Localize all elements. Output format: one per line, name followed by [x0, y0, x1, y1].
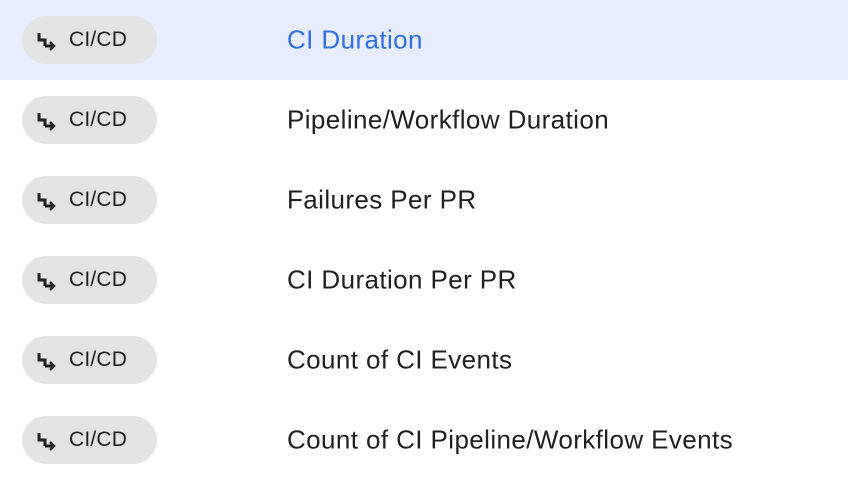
ci-cd-step-icon	[35, 29, 57, 51]
metric-title: Count of CI Events	[287, 344, 513, 375]
ci-cd-step-icon	[35, 189, 57, 211]
metric-row-ci-duration[interactable]: CI/CD CI Duration	[0, 0, 848, 80]
metrics-list: CI/CD CI Duration CI/CD Pipeline/Workflo…	[0, 0, 848, 476]
metric-row-failures-per-pr[interactable]: CI/CD Failures Per PR	[0, 160, 848, 240]
metric-row-pipeline-workflow-duration[interactable]: CI/CD Pipeline/Workflow Duration	[0, 80, 848, 160]
category-chip: CI/CD	[22, 96, 157, 144]
metric-row-count-of-ci-events[interactable]: CI/CD Count of CI Events	[0, 320, 848, 400]
metric-title: Count of CI Pipeline/Workflow Events	[287, 424, 734, 455]
ci-cd-step-icon	[35, 349, 57, 371]
category-label: CI/CD	[69, 108, 128, 131]
metric-title: CI Duration	[287, 24, 423, 55]
category-label: CI/CD	[69, 28, 128, 51]
category-chip: CI/CD	[22, 256, 157, 304]
category-chip: CI/CD	[22, 416, 157, 464]
metric-row-count-of-ci-pipeline-workflow-events[interactable]: CI/CD Count of CI Pipeline/Workflow Even…	[0, 400, 848, 480]
category-chip: CI/CD	[22, 16, 157, 64]
metric-title: Pipeline/Workflow Duration	[287, 104, 610, 135]
category-chip: CI/CD	[22, 176, 157, 224]
metric-title: Failures Per PR	[287, 184, 477, 215]
category-label: CI/CD	[69, 348, 128, 371]
metric-row-ci-duration-per-pr[interactable]: CI/CD CI Duration Per PR	[0, 240, 848, 320]
ci-cd-step-icon	[35, 429, 57, 451]
category-label: CI/CD	[69, 188, 128, 211]
ci-cd-step-icon	[35, 109, 57, 131]
category-label: CI/CD	[69, 268, 128, 291]
ci-cd-step-icon	[35, 269, 57, 291]
category-label: CI/CD	[69, 428, 128, 451]
metric-title: CI Duration Per PR	[287, 264, 517, 295]
category-chip: CI/CD	[22, 336, 157, 384]
